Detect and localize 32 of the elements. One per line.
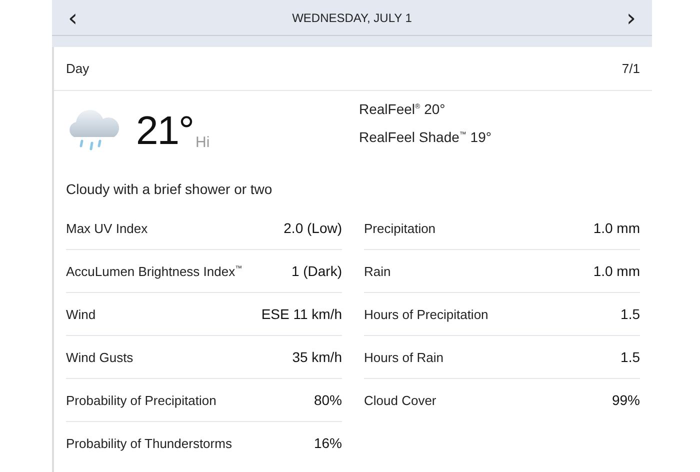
detail-label: Probability of Thunderstorms (66, 436, 232, 450)
detail-label: Rain (364, 264, 391, 278)
detail-label: Hours of Rain (364, 350, 444, 364)
detail-value: 2.0 (Low) (284, 220, 342, 236)
temperature: 21° (136, 108, 194, 154)
temperature-label: Hi (196, 134, 210, 151)
detail-label: Probability of Precipitation (66, 392, 216, 408)
realfeel-text: RealFeel$^{®}$ 20° (359, 101, 446, 117)
detail-label: Precipitation (364, 220, 436, 236)
weather-phrase: Cloudy with a brief shower or two (66, 181, 272, 197)
detail-value: 35 km/h (292, 349, 342, 365)
detail-label: AccuLumen Brightness Index$^{™}$ (66, 264, 242, 278)
detail-value: 80% (314, 392, 342, 408)
detail-label: Cloud Cover (364, 392, 436, 408)
detail-value: ESE 11 km/h (261, 306, 342, 322)
previous-day-button[interactable]: ‹ (66, 6, 80, 30)
detail-value: 1.5 (620, 349, 640, 365)
date-label: 7/1 (622, 61, 640, 76)
next-day-button[interactable]: › (624, 6, 638, 30)
detail-label: Hours of Precipitation (364, 306, 488, 322)
date-title: WEDNESDAY, JULY 1 (292, 10, 412, 24)
detail-value: 99% (612, 392, 640, 408)
detail-label: Wind (66, 306, 96, 322)
detail-value: 1.0 mm (593, 220, 640, 236)
period-label: Day (66, 61, 90, 76)
detail-label: Max UV Index (66, 220, 148, 236)
detail-label: Wind Gusts (66, 350, 134, 364)
detail-value: 1 (Dark) (291, 263, 342, 279)
detail-value: 1.5 (620, 306, 640, 322)
realfeel-text: RealFeel Shade$^{™}$ 19° (359, 129, 492, 145)
detail-value: 16% (314, 435, 342, 451)
detail-value: 1.0 mm (593, 263, 640, 279)
